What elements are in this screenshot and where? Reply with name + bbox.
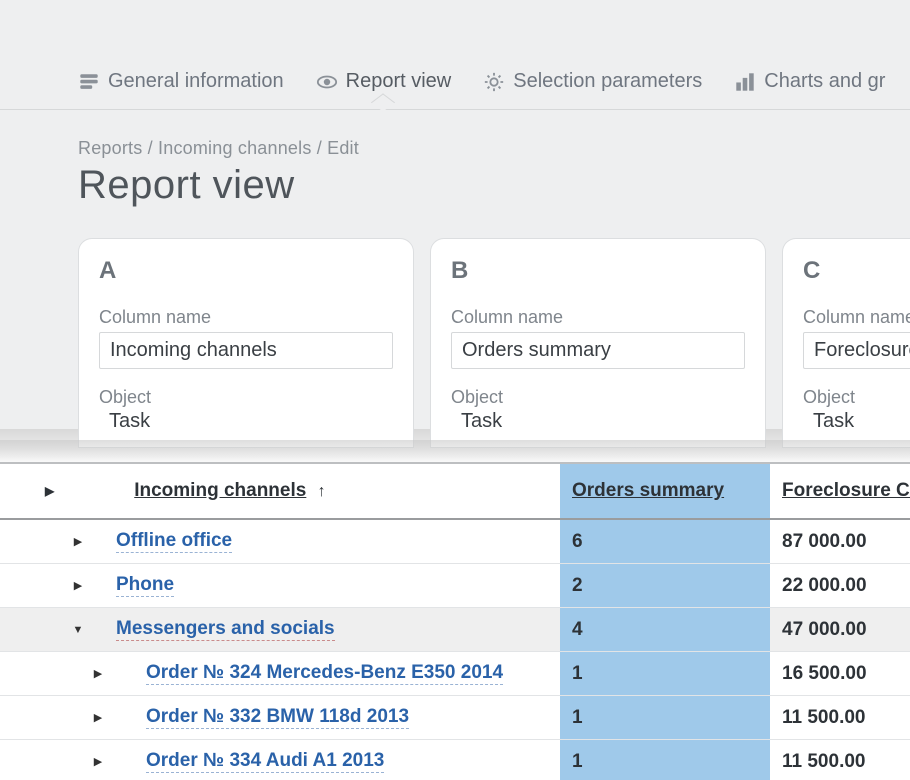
cell-foreclosure: 22 000.00 bbox=[770, 575, 910, 597]
cell-foreclosure: 47 000.00 bbox=[770, 619, 910, 641]
column-name-label: Column name bbox=[451, 307, 745, 328]
cell-foreclosure: 11 500.00 bbox=[770, 751, 910, 773]
tab-selection-parameters[interactable]: Selection parameters bbox=[483, 70, 702, 109]
column-card-b: B Column name Object Task bbox=[430, 238, 766, 448]
cell-orders: 1 bbox=[560, 652, 770, 695]
table-row: ▼ Messengers and socials 447 000.00 bbox=[0, 608, 910, 652]
table-row: ▶ Order № 334 Audi A1 2013 111 500.00 bbox=[0, 740, 910, 780]
tab-report-view[interactable]: Report view bbox=[316, 70, 452, 109]
cell-orders: 2 bbox=[560, 564, 770, 607]
row-link[interactable]: Offline office bbox=[116, 530, 232, 553]
cell-channel: ▶ Order № 324 Mercedes-Benz E350 2014 bbox=[0, 662, 560, 685]
cell-channel: ▶ Order № 334 Audi A1 2013 bbox=[0, 750, 560, 773]
expand-icon[interactable]: ▶ bbox=[90, 667, 106, 680]
table-header-foreclosure[interactable]: Foreclosure Co bbox=[770, 480, 910, 502]
tab-general-information[interactable]: General information bbox=[78, 70, 284, 109]
column-name-label: Column name bbox=[803, 307, 910, 328]
cell-foreclosure: 16 500.00 bbox=[770, 663, 910, 685]
bar-chart-icon bbox=[734, 71, 756, 93]
tabs-bar: General information Report view Selectio… bbox=[0, 0, 910, 110]
cell-channel: ▼ Messengers and socials bbox=[0, 618, 560, 641]
collapse-icon[interactable]: ▼ bbox=[70, 624, 86, 636]
tab-label: Report view bbox=[346, 70, 452, 93]
row-link[interactable]: Order № 334 Audi A1 2013 bbox=[146, 750, 384, 773]
column-name-input[interactable] bbox=[99, 332, 393, 369]
cell-channel: ▶ Phone bbox=[0, 574, 560, 597]
column-name-input[interactable] bbox=[451, 332, 745, 369]
table-header-orders[interactable]: Orders summary bbox=[560, 464, 770, 518]
expand-icon[interactable]: ▶ bbox=[90, 755, 106, 768]
column-header-link[interactable]: Incoming channels bbox=[134, 480, 306, 501]
column-object-value: Task bbox=[451, 408, 745, 447]
column-card-c: C Column name Object Task bbox=[782, 238, 910, 448]
expand-icon[interactable]: ▶ bbox=[70, 579, 86, 592]
row-link[interactable]: Phone bbox=[116, 574, 174, 597]
page-title: Report view bbox=[78, 163, 910, 208]
column-object-label: Object bbox=[99, 387, 393, 408]
column-object-value: Task bbox=[803, 408, 910, 447]
column-letter: B bbox=[451, 257, 745, 285]
cell-channel: ▶ Order № 332 BMW 118d 2013 bbox=[0, 706, 560, 729]
cell-orders: 6 bbox=[560, 520, 770, 563]
cell-foreclosure: 11 500.00 bbox=[770, 707, 910, 729]
expand-icon[interactable]: ▶ bbox=[70, 535, 86, 548]
row-link[interactable]: Messengers and socials bbox=[116, 618, 335, 641]
eye-icon bbox=[316, 71, 338, 93]
sort-asc-icon[interactable]: ↑ bbox=[318, 483, 326, 500]
column-name-label: Column name bbox=[99, 307, 393, 328]
tab-label: Selection parameters bbox=[513, 70, 702, 93]
list-icon bbox=[78, 71, 100, 93]
tab-label: General information bbox=[108, 70, 284, 93]
column-name-input[interactable] bbox=[803, 332, 910, 369]
cell-orders: 4 bbox=[560, 608, 770, 651]
cell-foreclosure: 87 000.00 bbox=[770, 531, 910, 553]
table-body: ▶ Offline office 687 000.00 ▶ Phone 222 000.0… bbox=[0, 520, 910, 780]
tab-charts-and-graphs[interactable]: Charts and gr bbox=[734, 70, 885, 109]
column-cards-row: A Column name Object Task B Column name … bbox=[0, 208, 910, 448]
cell-channel: ▶ Offline office bbox=[0, 530, 560, 553]
column-object-label: Object bbox=[803, 387, 910, 408]
gear-icon bbox=[483, 71, 505, 93]
table-header-incoming: ▶ Incoming channels ↑ bbox=[0, 480, 560, 502]
column-object-label: Object bbox=[451, 387, 745, 408]
table-row: ▶ Order № 332 BMW 118d 2013 111 500.00 bbox=[0, 696, 910, 740]
expand-all-toggle[interactable]: ▶ bbox=[45, 484, 54, 498]
column-object-value: Task bbox=[99, 408, 393, 447]
table-row: ▶ Offline office 687 000.00 bbox=[0, 520, 910, 564]
cell-orders: 1 bbox=[560, 696, 770, 739]
column-letter: C bbox=[803, 257, 910, 285]
row-link[interactable]: Order № 324 Mercedes-Benz E350 2014 bbox=[146, 662, 503, 685]
table-row: ▶ Order № 324 Mercedes-Benz E350 2014 116 … bbox=[0, 652, 910, 696]
breadcrumb[interactable]: Reports / Incoming channels / Edit bbox=[78, 138, 910, 159]
report-table: ▶ Incoming channels ↑ Orders summary For… bbox=[0, 462, 910, 780]
table-row: ▶ Phone 222 000.00 bbox=[0, 564, 910, 608]
row-link[interactable]: Order № 332 BMW 118d 2013 bbox=[146, 706, 409, 729]
cell-orders: 1 bbox=[560, 740, 770, 780]
header-area: Reports / Incoming channels / Edit Repor… bbox=[0, 110, 910, 208]
table-header-row: ▶ Incoming channels ↑ Orders summary For… bbox=[0, 464, 910, 520]
column-card-a: A Column name Object Task bbox=[78, 238, 414, 448]
expand-icon[interactable]: ▶ bbox=[90, 711, 106, 724]
column-letter: A bbox=[99, 257, 393, 285]
tab-label: Charts and gr bbox=[764, 70, 885, 93]
